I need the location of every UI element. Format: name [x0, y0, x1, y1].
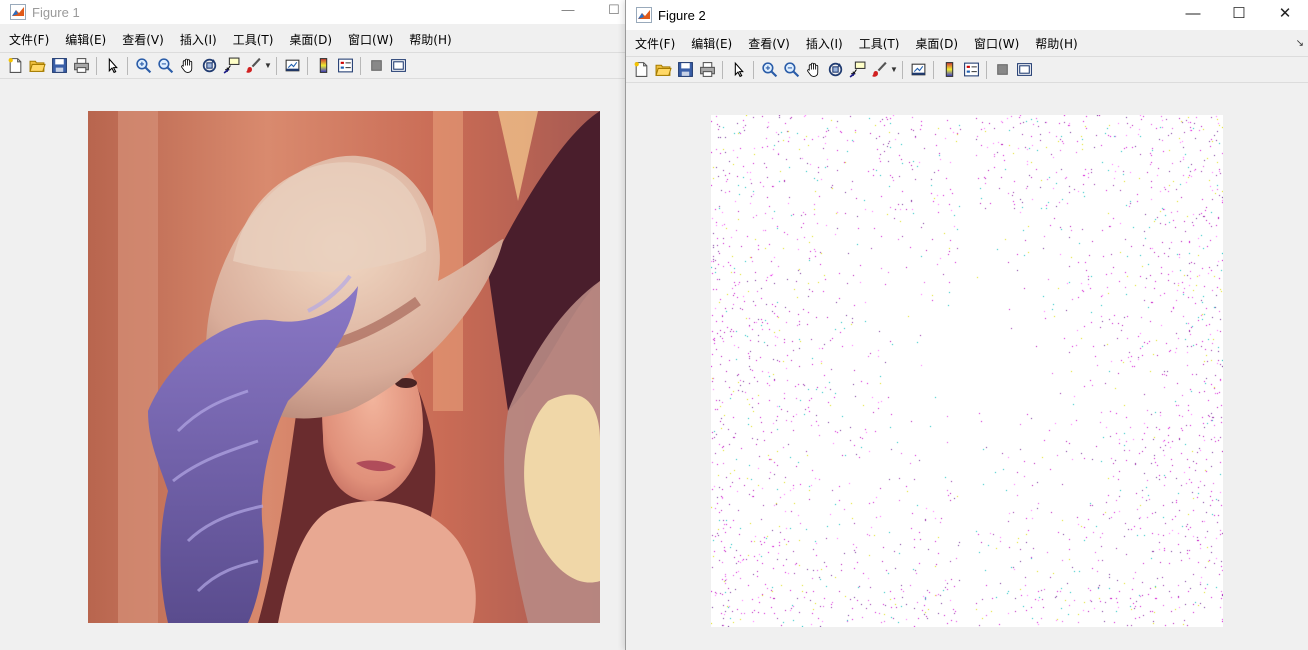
data-cursor-icon[interactable] — [846, 59, 868, 81]
figure-2-window: Figure 2 — ☐ ✕ 文件(F) 编辑(E) 查看(V) 插入(I) 工… — [625, 0, 1308, 650]
zoom-out-icon[interactable] — [780, 59, 802, 81]
brush-icon[interactable] — [242, 55, 264, 77]
menu-file[interactable]: 文件(F) — [626, 35, 683, 52]
show-plot-tools-icon[interactable] — [387, 55, 409, 77]
rotate-3d-icon[interactable] — [198, 55, 220, 77]
show-plot-tools-icon[interactable] — [1013, 59, 1035, 81]
zoom-in-icon[interactable] — [132, 55, 154, 77]
menu-view[interactable]: 查看(V) — [740, 35, 798, 52]
menu-tools[interactable]: 工具(T) — [225, 31, 282, 48]
minimize-button[interactable]: — — [545, 2, 591, 17]
menu-help[interactable]: 帮助(H) — [1027, 35, 1085, 52]
edit-plot-arrow-icon[interactable] — [101, 55, 123, 77]
menu-file[interactable]: 文件(F) — [0, 31, 57, 48]
toolbar-separator — [96, 56, 97, 75]
dock-figure-icon[interactable]: ↘ — [1296, 38, 1304, 49]
menu-edit[interactable]: 编辑(E) — [683, 35, 740, 52]
brush-dropdown-icon[interactable]: ▼ — [264, 61, 272, 70]
edit-plot-arrow-icon[interactable] — [727, 59, 749, 81]
minimize-button[interactable]: — — [1170, 5, 1216, 22]
insert-colorbar-icon[interactable] — [312, 55, 334, 77]
pan-hand-icon[interactable] — [176, 55, 198, 77]
image-axes-noise[interactable] — [711, 115, 1223, 627]
matlab-icon — [636, 7, 652, 23]
maximize-button[interactable]: ☐ — [591, 2, 625, 18]
image-axes-lena[interactable] — [88, 111, 600, 623]
save-icon[interactable] — [674, 59, 696, 81]
save-icon[interactable] — [48, 55, 70, 77]
title-bar[interactable]: Figure 2 — ☐ ✕ — [626, 0, 1308, 30]
link-plot-icon[interactable] — [281, 55, 303, 77]
menu-desktop[interactable]: 桌面(D) — [281, 31, 340, 48]
matlab-icon — [10, 4, 26, 20]
print-icon[interactable] — [70, 55, 92, 77]
menu-help[interactable]: 帮助(H) — [401, 31, 459, 48]
data-cursor-icon[interactable] — [220, 55, 242, 77]
figure-toolbar: ▼ — [626, 56, 1308, 83]
toolbar-separator — [933, 60, 934, 79]
zoom-in-icon[interactable] — [758, 59, 780, 81]
toolbar-separator — [902, 60, 903, 79]
new-figure-icon[interactable] — [4, 55, 26, 77]
toolbar-separator — [276, 56, 277, 75]
open-file-icon[interactable] — [652, 59, 674, 81]
window-title: Figure 2 — [658, 7, 706, 23]
title-bar[interactable]: Figure 1 — ☐ — [0, 0, 625, 24]
menu-insert[interactable]: 插入(I) — [172, 31, 225, 48]
hide-plot-tools-icon[interactable] — [991, 59, 1013, 81]
toolbar-separator — [722, 60, 723, 79]
insert-legend-icon[interactable] — [334, 55, 356, 77]
toolbar-separator — [986, 60, 987, 79]
menu-bar: 文件(F) 编辑(E) 查看(V) 插入(I) 工具(T) 桌面(D) 窗口(W… — [626, 31, 1308, 55]
menu-tools[interactable]: 工具(T) — [851, 35, 908, 52]
menu-window[interactable]: 窗口(W) — [340, 31, 401, 48]
lena-image — [88, 111, 600, 623]
hide-plot-tools-icon[interactable] — [365, 55, 387, 77]
brush-dropdown-icon[interactable]: ▼ — [890, 65, 898, 74]
toolbar-separator — [127, 56, 128, 75]
menu-insert[interactable]: 插入(I) — [798, 35, 851, 52]
insert-legend-icon[interactable] — [960, 59, 982, 81]
zoom-out-icon[interactable] — [154, 55, 176, 77]
menu-desktop[interactable]: 桌面(D) — [907, 35, 966, 52]
menu-view[interactable]: 查看(V) — [114, 31, 172, 48]
link-plot-icon[interactable] — [907, 59, 929, 81]
rotate-3d-icon[interactable] — [824, 59, 846, 81]
print-icon[interactable] — [696, 59, 718, 81]
open-file-icon[interactable] — [26, 55, 48, 77]
spectrum-noise-image — [711, 115, 1223, 627]
maximize-button[interactable]: ☐ — [1216, 4, 1262, 22]
menu-bar: 文件(F) 编辑(E) 查看(V) 插入(I) 工具(T) 桌面(D) 窗口(W… — [0, 27, 625, 51]
insert-colorbar-icon[interactable] — [938, 59, 960, 81]
pan-hand-icon[interactable] — [802, 59, 824, 81]
window-title: Figure 1 — [32, 4, 80, 20]
new-figure-icon[interactable] — [630, 59, 652, 81]
menu-window[interactable]: 窗口(W) — [966, 35, 1027, 52]
toolbar-separator — [753, 60, 754, 79]
toolbar-separator — [360, 56, 361, 75]
toolbar-separator — [307, 56, 308, 75]
figure-toolbar: ▼ — [0, 52, 625, 79]
brush-icon[interactable] — [868, 59, 890, 81]
menu-edit[interactable]: 编辑(E) — [57, 31, 114, 48]
close-button[interactable]: ✕ — [1262, 4, 1308, 22]
figure-1-window: Figure 1 — ☐ 文件(F) 编辑(E) 查看(V) 插入(I) 工具(… — [0, 0, 626, 650]
